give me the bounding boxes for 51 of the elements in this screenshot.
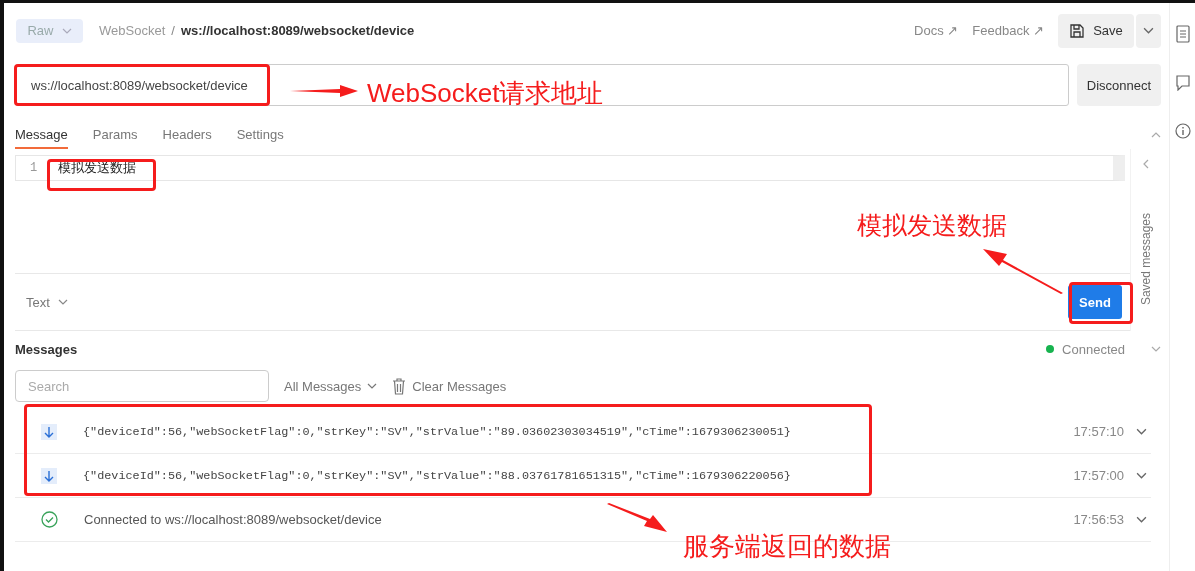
chevron-down-icon xyxy=(367,383,378,389)
external-link[interactable]: Docs ↗ xyxy=(914,23,959,38)
annotation-label: 模拟发送数据 xyxy=(857,213,1007,238)
chevron-up-icon[interactable] xyxy=(1151,132,1161,138)
chevron-down-icon[interactable] xyxy=(1151,346,1161,352)
tab[interactable]: Headers xyxy=(162,121,212,149)
annotation-label: 服务端返回的数据 xyxy=(683,533,891,559)
document-icon[interactable] xyxy=(1175,25,1190,43)
connection-status: Connected xyxy=(1062,341,1125,357)
status-dot xyxy=(1046,345,1055,353)
check-circle-icon xyxy=(41,511,58,528)
format-dropdown[interactable]: Text xyxy=(26,294,68,310)
send-button[interactable]: Send xyxy=(1068,285,1122,319)
message-text: 模拟发送数据 xyxy=(58,159,136,177)
saved-messages-tab[interactable]: Saved messages xyxy=(1139,213,1153,306)
messages-heading: Messages xyxy=(15,341,78,357)
chevron-down-icon[interactable] xyxy=(1136,516,1147,523)
save-button[interactable]: Save xyxy=(1058,13,1134,48)
chevron-down-icon xyxy=(1143,27,1154,34)
arrow-down-icon xyxy=(41,467,57,484)
line-number: 1 xyxy=(29,161,39,175)
save-options-button[interactable] xyxy=(1136,13,1161,48)
message-filter-dropdown[interactable]: All Messages xyxy=(284,378,378,394)
chevron-down-icon xyxy=(57,299,68,305)
tab[interactable]: Params xyxy=(92,121,138,149)
request-name: ws://localhost:8089/websocket/device xyxy=(180,23,415,38)
message-content: {"deviceId":56,"webSocketFlag":0,"strKey":"SV","strValue":"89.03602303034519","cTime":1679306230051} xyxy=(83,424,791,439)
message-time: 17:57:00 xyxy=(1073,468,1124,483)
trash-icon xyxy=(392,377,407,395)
annotation-arrow xyxy=(607,503,667,533)
annotation-label: WebSocket请求地址 xyxy=(367,80,604,106)
disconnect-button[interactable]: Disconnect xyxy=(1077,64,1161,106)
breadcrumb-parent[interactable]: WebSocket xyxy=(99,23,166,38)
message-content: Connected to ws://localhost:8089/websocket/device xyxy=(84,512,382,527)
chevron-down-icon[interactable] xyxy=(1136,428,1147,435)
external-link[interactable]: Feedback ↗ xyxy=(972,23,1044,38)
chevron-left-icon[interactable] xyxy=(1143,159,1149,169)
highlight-frame xyxy=(1069,282,1133,324)
message-time: 17:57:10 xyxy=(1073,424,1124,439)
chevron-down-icon xyxy=(61,27,72,34)
breadcrumb-separator: / xyxy=(171,23,175,38)
tab[interactable]: Message xyxy=(15,121,68,149)
message-content: {"deviceId":56,"webSocketFlag":0,"strKey":"SV","strValue":"88.03761781651315","cTime":1679306220056} xyxy=(83,468,791,483)
clear-messages-button[interactable]: Clear Messages xyxy=(392,377,507,395)
tab[interactable]: Settings xyxy=(236,121,284,149)
chevron-down-icon[interactable] xyxy=(1136,472,1147,479)
comment-icon[interactable] xyxy=(1175,75,1190,91)
message-time: 17:56:53 xyxy=(1073,512,1124,527)
arrow-down-icon xyxy=(41,423,57,440)
search-field[interactable]: Search xyxy=(15,370,269,402)
info-icon[interactable] xyxy=(1174,123,1191,139)
